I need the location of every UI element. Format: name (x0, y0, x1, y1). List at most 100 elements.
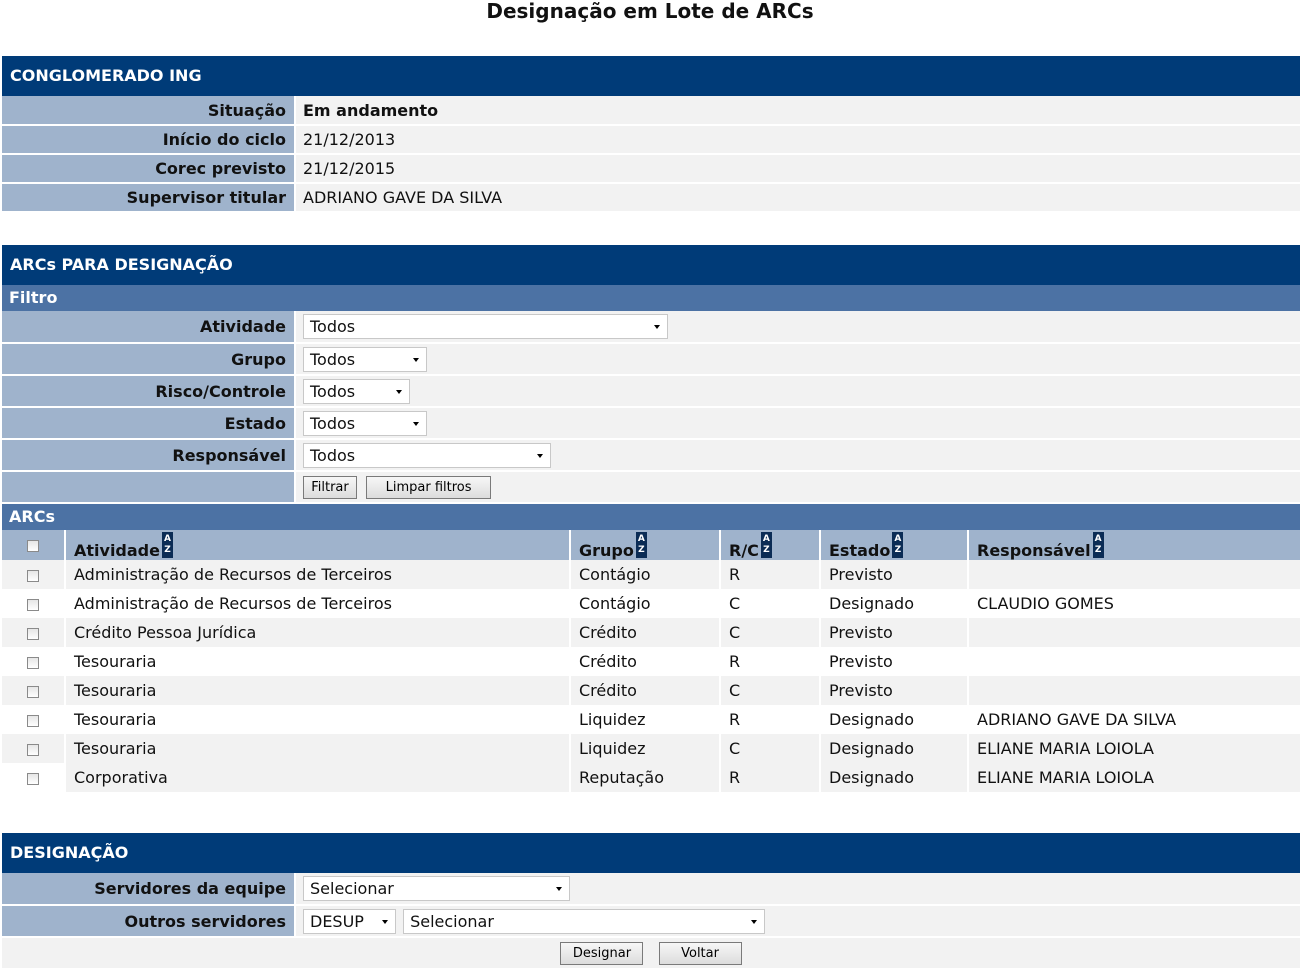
row-checkbox[interactable] (27, 685, 39, 698)
chevron-down-icon (396, 389, 402, 394)
filter-buttons-spacer (2, 471, 296, 504)
cell-estado: Previsto (820, 647, 969, 676)
chevron-down-icon (382, 919, 388, 924)
cell-responsavel: CLAUDIO GOMES (968, 589, 1300, 618)
col-rc[interactable]: R/C A Z (720, 530, 821, 560)
cell-responsavel: ELIANE MARIA LOIOLA (968, 763, 1300, 792)
arcs-table: Atividade A Z Grupo A Z R/C A Z Estado A Z Respo… (2, 530, 1300, 792)
responsavel-select-value: Todos (310, 445, 356, 465)
cell-atividade: Crédito Pessoa Jurídica (65, 618, 571, 647)
filter-atividade-label: Atividade (2, 311, 296, 344)
estado-select[interactable]: Todos (303, 410, 427, 436)
arcs-grid-header: ARCs (2, 504, 1300, 530)
cell-estado: Designado (820, 763, 969, 792)
row-checkbox[interactable] (27, 569, 39, 582)
inicio-ciclo-label: Início do ciclo (2, 125, 296, 155)
filter-risco-controle-label: Risco/Controle (2, 375, 296, 408)
select-all-checkbox[interactable] (27, 540, 39, 552)
cell-grupo: Crédito (570, 676, 721, 705)
sort-az-icon-top: A (894, 534, 902, 544)
row-checkbox[interactable] (27, 627, 39, 640)
col-atividade[interactable]: Atividade A Z (65, 530, 571, 560)
cell-grupo: Crédito (570, 618, 721, 647)
designacao-panel: DESIGNAÇÃO Servidores da equipe Selecion… (2, 833, 1300, 968)
cell-estado: Designado (820, 705, 969, 734)
cell-rc: R (720, 763, 821, 792)
grupo-select-value: Todos (310, 349, 356, 369)
conglomerado-info-table: Situação Em andamento Início do ciclo 21… (2, 96, 1300, 213)
cell-rc: C (720, 676, 821, 705)
sort-az-icon-bottom: Z (1094, 545, 1102, 555)
table-row[interactable]: Crédito Pessoa Jurídica Crédito C Previs… (2, 618, 1300, 647)
responsavel-select[interactable]: Todos (303, 442, 551, 468)
risco-controle-select[interactable]: Todos (303, 378, 410, 404)
table-row[interactable]: Corporativa Reputação R Designado ELIANE… (2, 763, 1300, 792)
chevron-down-icon (751, 919, 758, 924)
table-row[interactable]: Administração de Recursos de Terceiros C… (2, 589, 1300, 618)
servidores-equipe-select[interactable]: Selecionar (303, 876, 570, 901)
table-row[interactable]: Administração de Recursos de Terceiros C… (2, 560, 1300, 589)
table-row[interactable]: Tesouraria Crédito C Previsto (2, 676, 1300, 705)
col-rc-label: R/C (729, 541, 759, 560)
designar-button[interactable]: Designar (560, 942, 644, 965)
inicio-ciclo-row: Início do ciclo 21/12/2013 (2, 125, 1300, 155)
outros-servidores-row: Outros servidores DESUP Selecionar (2, 905, 1300, 938)
sort-az-icon-top: A (762, 534, 770, 544)
row-checkbox[interactable] (27, 743, 39, 756)
sort-az-icon-top: A (637, 534, 645, 544)
sort-az-icon[interactable]: AZ (635, 532, 647, 558)
chevron-down-icon (413, 421, 419, 426)
cell-rc: R (720, 705, 821, 734)
voltar-button[interactable]: Voltar (658, 942, 742, 965)
cell-grupo: Contágio (570, 589, 721, 618)
cell-responsavel (968, 647, 1300, 676)
cell-estado: Previsto (820, 560, 969, 589)
filter-atividade-row: Atividade Todos (2, 311, 1300, 344)
unidade-select-value: DESUP (310, 911, 364, 931)
col-responsavel[interactable]: Responsável A Z (968, 530, 1300, 560)
col-grupo[interactable]: Grupo A Z (570, 530, 721, 560)
cell-atividade: Administração de Recursos de Terceiros (65, 560, 571, 589)
estado-select-value: Todos (310, 413, 356, 433)
chevron-down-icon (413, 357, 419, 362)
limpar-filtros-button[interactable]: Limpar filtros (366, 475, 492, 499)
col-responsavel-label: Responsável (977, 541, 1091, 560)
filtro-header: Filtro (2, 285, 1300, 311)
chevron-down-icon (556, 887, 562, 891)
cell-grupo: Contágio (570, 560, 721, 589)
atividade-select[interactable]: Todos (303, 314, 668, 339)
sort-az-icon-bottom: Z (638, 545, 645, 555)
sort-az-icon[interactable]: AZ (1092, 532, 1104, 558)
cell-rc: R (720, 560, 821, 589)
cell-grupo: Liquidez (570, 734, 721, 763)
corec-previsto-row: Corec previsto 21/12/2015 (2, 154, 1300, 184)
chevron-down-icon (654, 325, 660, 329)
sort-az-icon[interactable]: AZ (161, 532, 173, 558)
filter-grupo-label: Grupo (2, 343, 296, 376)
sort-az-icon[interactable]: AZ (892, 532, 904, 558)
table-row[interactable]: Tesouraria Liquidez C Designado ELIANE M… (2, 734, 1300, 763)
inicio-ciclo-value: 21/12/2013 (295, 125, 1300, 155)
grupo-select[interactable]: Todos (303, 346, 427, 372)
table-row[interactable]: Tesouraria Crédito R Previsto (2, 647, 1300, 676)
cell-rc: C (720, 618, 821, 647)
risco-controle-select-value: Todos (310, 381, 356, 401)
cell-atividade: Administração de Recursos de Terceiros (65, 589, 571, 618)
row-checkbox[interactable] (27, 772, 39, 785)
col-estado[interactable]: Estado A Z (820, 530, 969, 560)
filtrar-button[interactable]: Filtrar (303, 475, 357, 499)
sort-az-icon-bottom: Z (763, 545, 770, 555)
cell-responsavel: ELIANE MARIA LOIOLA (968, 734, 1300, 763)
sort-az-icon[interactable]: AZ (760, 532, 772, 558)
row-checkbox[interactable] (27, 714, 39, 727)
row-checkbox[interactable] (27, 656, 39, 669)
col-atividade-label: Atividade (74, 541, 160, 560)
supervisor-titular-label: Supervisor titular (2, 183, 296, 213)
table-row[interactable]: Tesouraria Liquidez R Designado ADRIANO … (2, 705, 1300, 734)
col-grupo-label: Grupo (579, 541, 634, 560)
unidade-select[interactable]: DESUP (303, 908, 396, 934)
supervisor-titular-row: Supervisor titular ADRIANO GAVE DA SILVA (2, 183, 1300, 213)
row-checkbox[interactable] (27, 598, 39, 611)
outros-servidores-select[interactable]: Selecionar (403, 908, 766, 934)
filter-grupo-row: Grupo Todos (2, 343, 1300, 376)
